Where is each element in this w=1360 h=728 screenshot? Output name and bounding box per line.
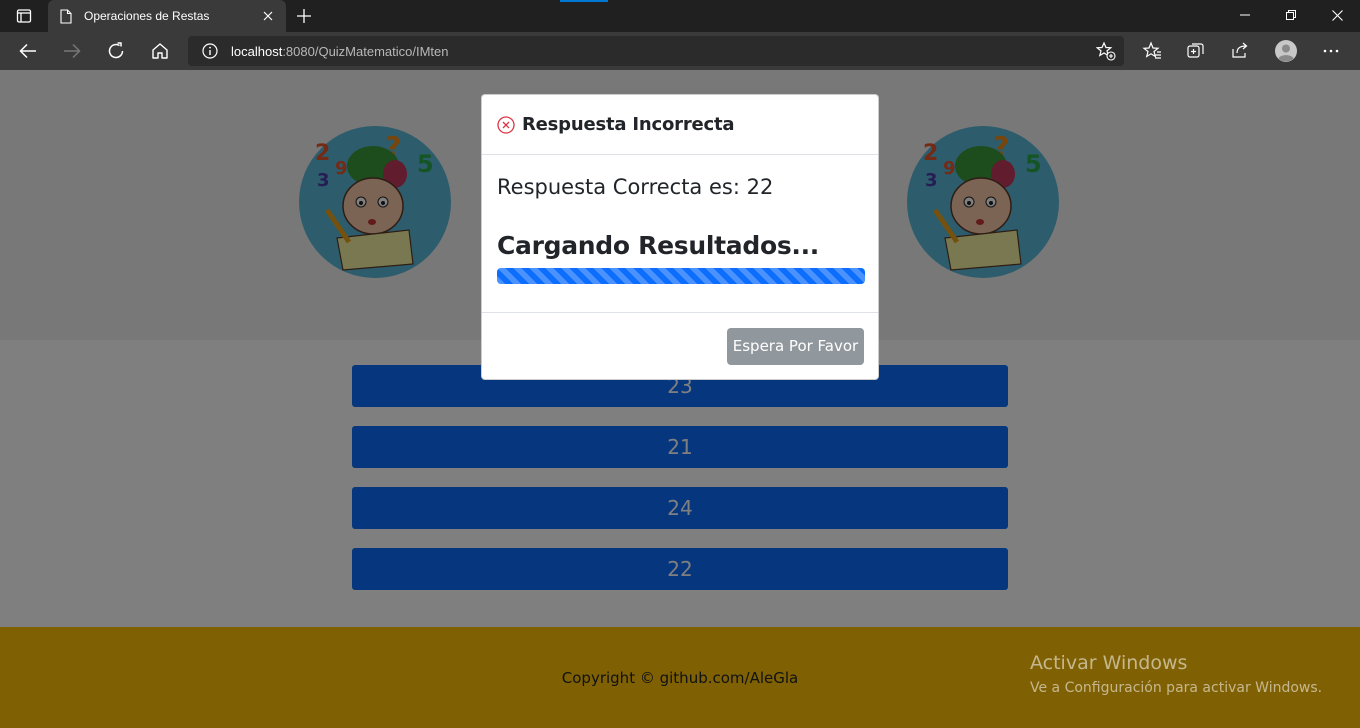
url-path: :8080/QuizMatematico/IMten <box>282 43 449 59</box>
url-host: localhost <box>231 43 283 59</box>
correct-answer-text: Respuesta Correcta es: 22 <box>497 175 774 199</box>
loading-title: Cargando Resultados... <box>497 231 820 260</box>
browser-tab[interactable]: Operaciones de Restas <box>48 0 286 32</box>
favorites-icon[interactable] <box>1137 36 1167 66</box>
site-info-icon[interactable] <box>200 41 220 61</box>
new-tab-icon[interactable] <box>292 6 316 26</box>
back-icon[interactable] <box>13 36 43 66</box>
tab-actions-icon[interactable] <box>8 6 40 26</box>
tab-close-icon[interactable] <box>260 8 276 24</box>
forward-icon <box>57 36 87 66</box>
minimize-icon[interactable] <box>1222 0 1268 30</box>
refresh-icon[interactable] <box>101 36 131 66</box>
close-window-icon[interactable] <box>1314 0 1360 30</box>
page-icon <box>58 8 74 24</box>
home-icon[interactable] <box>145 36 175 66</box>
error-circle-x-icon <box>497 115 515 134</box>
watermark-title: Activar Windows <box>1030 652 1188 674</box>
progress-bar <box>497 268 865 284</box>
windows-activation-watermark: Activar Windows Ve a Configuración para … <box>1030 652 1322 696</box>
result-modal: Respuesta Incorrecta Respuesta Correcta … <box>481 94 879 380</box>
address-bar[interactable]: localhost:8080/QuizMatematico/IMten <box>188 36 1124 66</box>
collections-icon[interactable] <box>1181 36 1211 66</box>
share-icon[interactable] <box>1225 36 1255 66</box>
tab-drag-indicator <box>560 0 608 2</box>
modal-body: Respuesta Correcta es: 22 Cargando Resul… <box>482 155 878 313</box>
add-favorite-icon[interactable] <box>1096 41 1116 61</box>
more-menu-icon[interactable] <box>1316 36 1346 66</box>
wait-button[interactable]: Espera Por Favor <box>727 327 864 365</box>
progress-track <box>497 268 865 284</box>
modal-title: Respuesta Incorrecta <box>522 114 735 135</box>
modal-footer: Espera Por Favor <box>482 313 878 379</box>
modal-header: Respuesta Incorrecta <box>482 95 878 155</box>
tab-title: Operaciones de Restas <box>84 9 210 23</box>
watermark-subtitle: Ve a Configuración para activar Windows. <box>1030 680 1323 696</box>
browser-tab-bar: Operaciones de Restas <box>0 0 1360 32</box>
profile-avatar[interactable] <box>1271 36 1301 66</box>
restore-icon[interactable] <box>1268 0 1314 30</box>
